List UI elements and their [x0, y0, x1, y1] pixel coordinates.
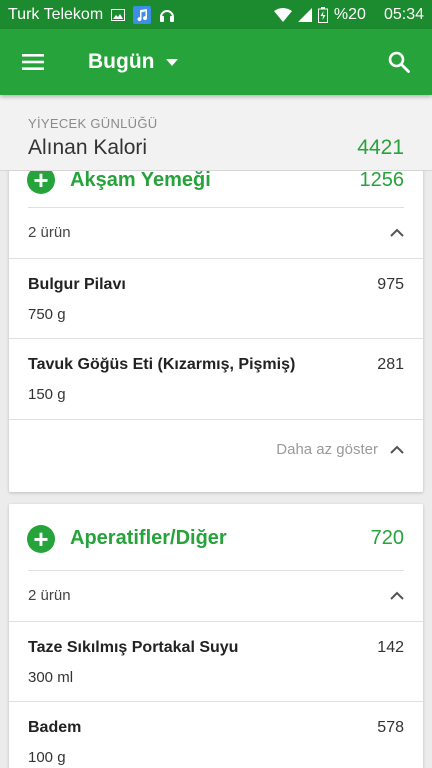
battery-charging-icon	[317, 6, 328, 23]
calorie-summary: YİYECEK GÜNLÜĞÜ Alınan Kalori 4421	[0, 95, 432, 171]
search-button[interactable]	[366, 29, 432, 95]
food-amount: 100 g	[28, 749, 66, 766]
chevron-up-icon	[390, 228, 404, 237]
item-count-row[interactable]: 2 ürün	[28, 570, 404, 620]
food-amount: 150 g	[28, 386, 66, 403]
meal-card-snacks: + Aperatifler/Diğer 720 2 ürün Taze Sıkı…	[9, 504, 423, 768]
food-diary-label: YİYECEK GÜNLÜĞÜ	[28, 116, 158, 131]
hamburger-menu-icon	[22, 54, 44, 70]
meal-card-dinner: + Akşam Yemeği 1256 2 ürün Bulgur Pilavı…	[9, 171, 423, 492]
food-name: Tavuk Göğüs Eti (Kızarmış, Pişmiş)	[28, 356, 296, 373]
food-name: Taze Sıkılmış Portakal Suyu	[28, 639, 239, 656]
meal-list[interactable]: + Akşam Yemeği 1256 2 ürün Bulgur Pilavı…	[0, 171, 432, 768]
carrier-name: Turk Telekom	[8, 5, 104, 23]
food-calories: 578	[377, 719, 404, 736]
music-notification-icon	[133, 5, 152, 24]
chevron-up-icon	[390, 445, 404, 454]
food-item[interactable]: Bulgur Pilavı 750 g 975	[9, 258, 423, 338]
show-less-button[interactable]: Daha az göster	[9, 419, 423, 479]
meal-calories: 720	[370, 527, 404, 549]
search-icon	[388, 51, 410, 73]
meal-calories: 1256	[359, 171, 405, 191]
page-title: Bugün	[88, 50, 155, 73]
signal-icon	[297, 7, 312, 22]
food-amount: 300 ml	[28, 669, 74, 686]
date-selector[interactable]: Bugün	[88, 50, 179, 74]
item-count-label: 2 ürün	[28, 224, 71, 241]
add-food-button[interactable]: +	[27, 525, 55, 553]
meal-name: Aperatifler/Diğer	[70, 527, 227, 549]
food-amount: 750 g	[28, 306, 66, 323]
food-item[interactable]: Taze Sıkılmış Portakal Suyu 300 ml 142	[9, 621, 423, 701]
calories-consumed-label: Alınan Kalori	[28, 136, 148, 159]
menu-button[interactable]	[0, 29, 66, 95]
food-item[interactable]: Badem 100 g 578	[9, 701, 423, 768]
add-food-button[interactable]: +	[27, 171, 55, 194]
wifi-icon	[273, 7, 292, 22]
dropdown-arrow-icon	[166, 58, 179, 66]
meal-name: Akşam Yemeği	[70, 171, 211, 191]
status-bar: Turk Telekom %20 05:34	[0, 0, 432, 29]
item-count-row[interactable]: 2 ürün	[28, 207, 404, 257]
battery-level: %20	[333, 5, 366, 23]
calories-consumed-value: 4421	[357, 136, 404, 159]
food-calories: 142	[377, 639, 404, 656]
chevron-up-icon	[390, 591, 404, 600]
food-calories: 281	[377, 356, 404, 373]
app-bar: Bugün	[0, 29, 432, 95]
show-less-label: Daha az göster	[276, 441, 378, 458]
food-item[interactable]: Tavuk Göğüs Eti (Kızarmış, Pişmiş) 150 g…	[9, 338, 423, 418]
image-notification-icon	[111, 8, 126, 21]
food-name: Badem	[28, 719, 82, 736]
meal-header[interactable]: + Aperatifler/Diğer 720	[9, 504, 423, 570]
clock: 05:34	[383, 5, 424, 23]
item-count-label: 2 ürün	[28, 587, 71, 604]
food-calories: 975	[377, 276, 404, 293]
headset-notification-icon	[159, 7, 175, 23]
food-name: Bulgur Pilavı	[28, 276, 126, 293]
meal-header[interactable]: + Akşam Yemeği 1256	[9, 171, 423, 207]
